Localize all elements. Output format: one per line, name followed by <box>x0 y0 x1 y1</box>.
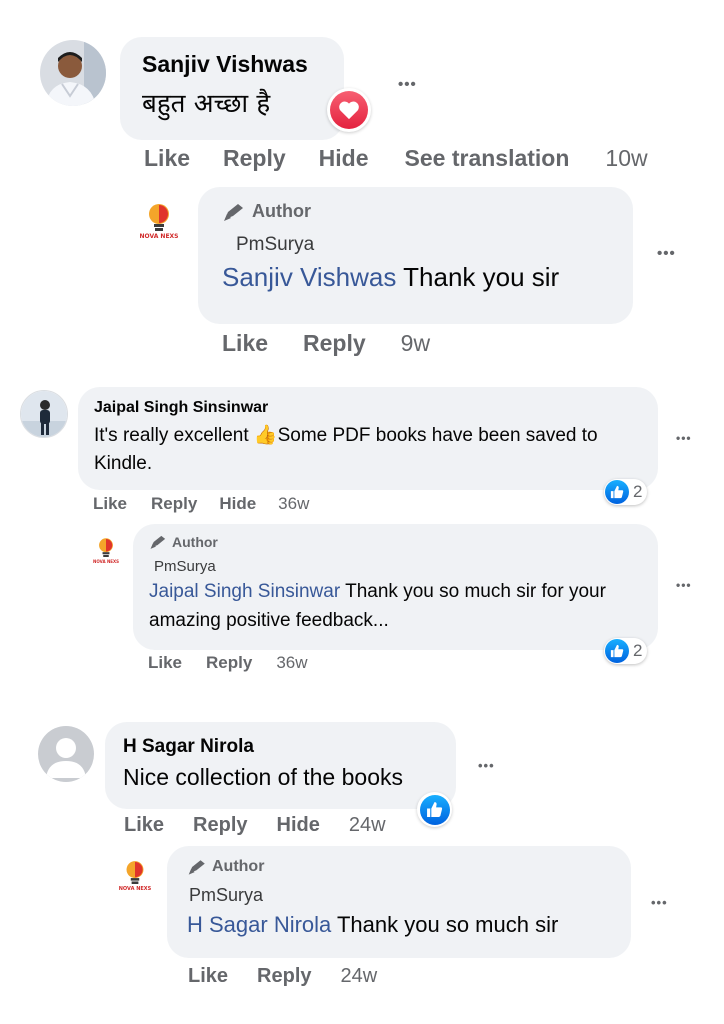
reply-button[interactable]: Reply <box>151 494 197 514</box>
timestamp[interactable]: 36w <box>276 653 307 673</box>
more-options-button[interactable]: ••• <box>676 431 692 445</box>
comment-actions: Like Reply Hide See translation 10w <box>144 145 648 172</box>
author-name[interactable]: PmSurya <box>236 234 633 256</box>
mention-link[interactable]: Sanjiv Vishwas <box>222 262 396 292</box>
like-button[interactable]: Like <box>188 965 228 988</box>
comment-bubble: H Sagar Nirola Nice collection of the bo… <box>105 722 456 809</box>
author-name[interactable]: PmSurya <box>154 558 642 575</box>
like-reaction-icon[interactable] <box>417 792 452 827</box>
comment-actions: Like Reply Hide 24w <box>124 814 386 837</box>
commenter-name[interactable]: Jaipal Singh Sinsinwar <box>94 399 642 417</box>
reply-text: Sanjiv Vishwas Thank you sir <box>222 262 560 292</box>
more-options-button[interactable]: ••• <box>478 758 495 773</box>
lightbulb-logo-icon <box>99 537 113 557</box>
author-avatar[interactable]: NOVA NEXS <box>134 198 184 244</box>
reply-button[interactable]: Reply <box>303 330 366 357</box>
like-reaction-icon <box>605 639 629 663</box>
reaction-count[interactable]: 2 <box>604 479 648 505</box>
author-avatar[interactable]: NOVA NEXS <box>114 855 156 897</box>
timestamp[interactable]: 24w <box>341 965 378 988</box>
like-reaction-icon <box>605 480 629 504</box>
hide-button[interactable]: Hide <box>277 814 320 837</box>
reply-button[interactable]: Reply <box>206 653 252 673</box>
mention-link[interactable]: H Sagar Nirola <box>187 912 331 937</box>
like-button[interactable]: Like <box>222 330 268 357</box>
like-button[interactable]: Like <box>124 814 164 837</box>
reply-actions: Like Reply 36w <box>148 653 308 673</box>
logo-text: NOVA NEXS <box>93 558 119 564</box>
heart-reaction-icon[interactable] <box>327 88 371 132</box>
comment-actions: Like Reply Hide 36w <box>93 494 309 514</box>
logo-text: NOVA NEXS <box>139 232 179 240</box>
reply-bubble: Author PmSurya H Sagar Nirola Thank you … <box>167 846 631 958</box>
reaction-count[interactable]: 2 <box>604 638 648 664</box>
more-options-button[interactable]: ••• <box>398 76 417 93</box>
reply-bubble: Author PmSurya Jaipal Singh Sinsinwar Th… <box>133 524 658 650</box>
timestamp[interactable]: 36w <box>278 494 309 514</box>
reply-button[interactable]: Reply <box>257 965 311 988</box>
default-avatar-icon <box>38 726 94 782</box>
comment-bubble: Sanjiv Vishwas बहुत अच्छा है <box>120 37 344 140</box>
comment-text: Nice collection of the books <box>123 764 403 790</box>
reply-button[interactable]: Reply <box>223 145 286 172</box>
commenter-name[interactable]: Sanjiv Vishwas <box>142 51 344 78</box>
reply-button[interactable]: Reply <box>193 814 247 837</box>
avatar-sanjiv[interactable] <box>40 40 106 106</box>
lightbulb-logo-icon <box>149 203 169 231</box>
user-photo-icon <box>40 40 106 106</box>
author-avatar[interactable]: NOVA NEXS <box>90 533 122 567</box>
more-options-button[interactable]: ••• <box>657 245 676 262</box>
hide-button[interactable]: Hide <box>319 145 369 172</box>
see-translation-button[interactable]: See translation <box>405 145 570 172</box>
more-options-button[interactable]: ••• <box>676 578 692 592</box>
like-button[interactable]: Like <box>144 145 190 172</box>
author-badge: Author <box>149 534 642 550</box>
author-badge: Author <box>222 201 633 222</box>
pen-icon <box>224 203 243 221</box>
avatar-sagar[interactable] <box>38 726 94 782</box>
avatar-jaipal[interactable] <box>20 390 68 438</box>
reply-text: Jaipal Singh Sinsinwar Thank you so much… <box>149 581 606 631</box>
like-button[interactable]: Like <box>148 653 182 673</box>
timestamp[interactable]: 9w <box>401 330 430 357</box>
reply-text: H Sagar Nirola Thank you so much sir <box>187 912 559 937</box>
pen-icon <box>188 860 205 875</box>
reply-actions: Like Reply 24w <box>188 965 377 988</box>
logo-text: NOVA NEXS <box>118 886 152 892</box>
more-options-button[interactable]: ••• <box>651 895 668 910</box>
reply-actions: Like Reply 9w <box>222 330 430 357</box>
comment-bubble: Jaipal Singh Sinsinwar It's really excel… <box>78 387 658 490</box>
thumbs-up-emoji: 👍 <box>253 424 278 446</box>
author-name[interactable]: PmSurya <box>189 885 631 906</box>
comment-text: बहुत अच्छा है <box>142 89 271 119</box>
like-button[interactable]: Like <box>93 494 127 514</box>
user-photo-icon <box>21 391 67 437</box>
timestamp[interactable]: 24w <box>349 814 386 837</box>
mention-link[interactable]: Jaipal Singh Sinsinwar <box>149 581 340 602</box>
hide-button[interactable]: Hide <box>219 494 256 514</box>
pen-icon <box>150 535 166 549</box>
commenter-name[interactable]: H Sagar Nirola <box>123 736 456 758</box>
comment-text: It's really excellent 👍Some PDF books ha… <box>94 424 598 474</box>
lightbulb-logo-icon <box>126 861 144 884</box>
reply-bubble: Author PmSurya Sanjiv Vishwas Thank you … <box>198 187 633 324</box>
timestamp[interactable]: 10w <box>605 145 647 172</box>
author-badge: Author <box>187 858 631 876</box>
